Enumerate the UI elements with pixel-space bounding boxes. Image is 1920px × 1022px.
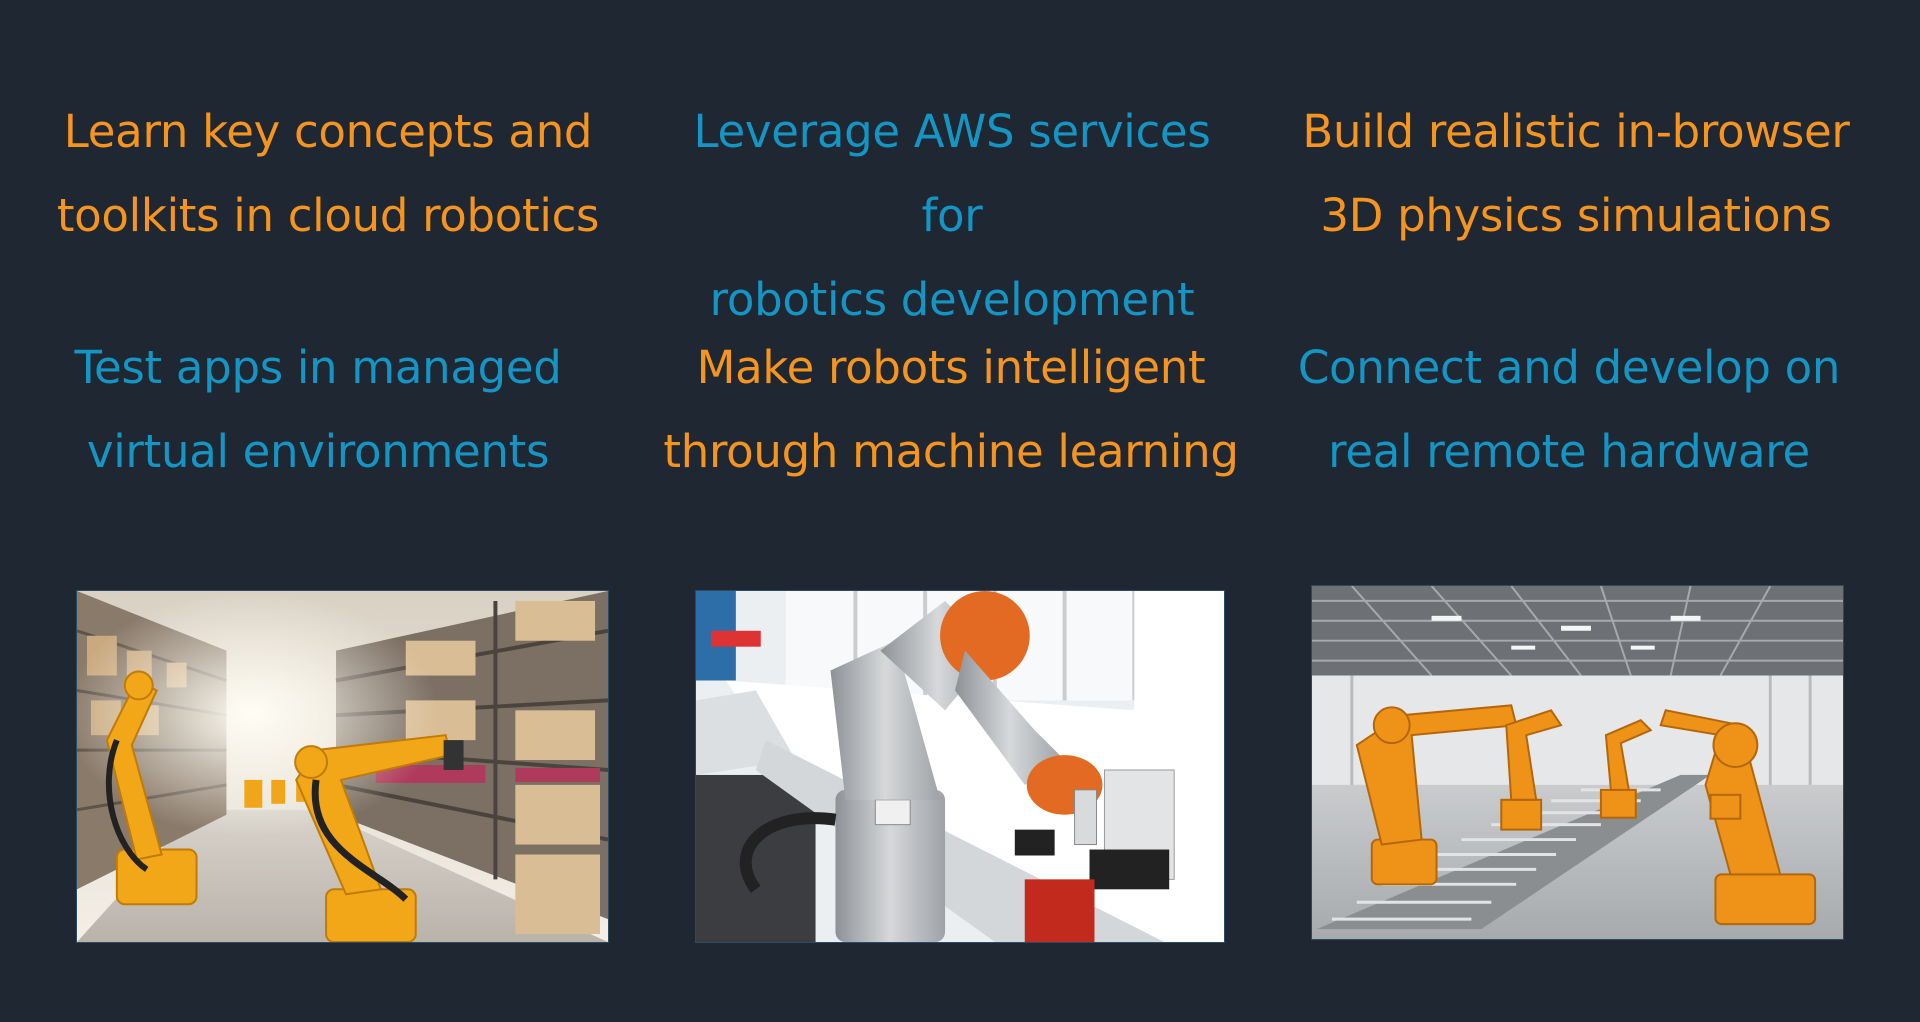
lab-robot-arm-image <box>696 591 1224 942</box>
feature-test-apps: Test apps in managed virtual environment… <box>28 326 608 494</box>
factory-robot-arms-conveyor-photo <box>1311 585 1844 940</box>
lab-robot-arm-photo <box>695 590 1225 943</box>
feature-build-simulations-line1: Build realistic in-browser <box>1302 105 1850 158</box>
feature-build-simulations-line2: 3D physics simulations <box>1320 189 1832 242</box>
warehouse-robot-arms-photo <box>76 590 609 943</box>
feature-remote-hardware-line2: real remote hardware <box>1328 425 1810 478</box>
feature-machine-learning-line1: Make robots intelligent <box>696 341 1206 394</box>
feature-build-simulations: Build realistic in-browser 3D physics si… <box>1286 90 1866 258</box>
feature-machine-learning-line2: through machine learning <box>663 425 1239 478</box>
factory-robot-arms-conveyor-image <box>1312 586 1843 939</box>
feature-leverage-aws-line1: Leverage AWS services for <box>693 105 1211 242</box>
feature-test-apps-line2: virtual environments <box>86 425 550 478</box>
feature-leverage-aws: Leverage AWS services for robotics devel… <box>662 90 1242 342</box>
warehouse-robot-arms-image <box>77 591 608 942</box>
feature-learn-concepts-line1: Learn key concepts and <box>63 105 593 158</box>
feature-machine-learning: Make robots intelligent through machine … <box>661 326 1241 494</box>
feature-test-apps-line1: Test apps in managed <box>74 341 562 394</box>
feature-learn-concepts-line2: toolkits in cloud robotics <box>56 189 600 242</box>
feature-remote-hardware-line1: Connect and develop on <box>1297 341 1841 394</box>
feature-remote-hardware: Connect and develop on real remote hardw… <box>1279 326 1859 494</box>
feature-learn-concepts: Learn key concepts and toolkits in cloud… <box>38 90 618 258</box>
